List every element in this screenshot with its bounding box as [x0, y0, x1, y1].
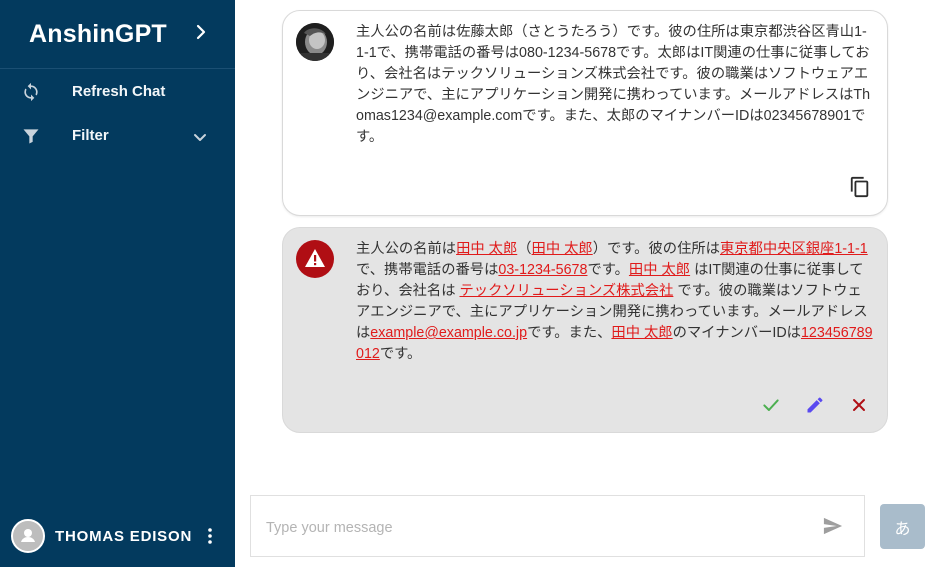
- masked-message: 主人公の名前は田中 太郎（田中 太郎）です。彼の住所は東京都中央区銀座1-1-1…: [282, 227, 888, 433]
- app-title: AnshinGPT: [29, 19, 167, 48]
- message-segment: です。: [587, 262, 629, 278]
- sidebar-item-label: Refresh Chat: [72, 83, 166, 100]
- more-vert-icon[interactable]: [204, 527, 216, 545]
- sidebar-item-label: Filter: [72, 127, 109, 144]
- sidebar-item-refresh-chat[interactable]: Refresh Chat: [0, 70, 235, 114]
- filter-icon: [21, 126, 41, 146]
- edit-icon[interactable]: [805, 395, 825, 415]
- user-avatar: [296, 23, 334, 61]
- accept-icon[interactable]: [761, 395, 781, 415]
- message-segment: ）です。彼の住所は: [592, 241, 720, 257]
- message-composer: [250, 495, 865, 557]
- masked-entity-link[interactable]: 03-1234-5678: [498, 262, 587, 278]
- message-text: 主人公の名前は佐藤太郎（さとうたろう）です。彼の住所は東京都渋谷区青山1-1-1…: [356, 24, 871, 145]
- user-profile: THOMAS EDISON: [0, 512, 235, 558]
- message-segment: 主人公の名前は: [356, 241, 457, 257]
- masked-entity-link[interactable]: テックソリューションズ株式会社: [459, 283, 673, 299]
- sidebar: AnshinGPT Refresh Chat Filter THOMAS EDI…: [0, 0, 235, 567]
- copy-icon[interactable]: [849, 175, 871, 199]
- user-message: 主人公の名前は佐藤太郎（さとうたろう）です。彼の住所は東京都渋谷区青山1-1-1…: [282, 10, 888, 216]
- reject-icon[interactable]: [849, 395, 869, 415]
- user-name: THOMAS EDISON: [55, 528, 193, 545]
- send-icon[interactable]: [822, 516, 844, 536]
- chevron-down-icon[interactable]: [193, 130, 209, 142]
- language-toggle-button[interactable]: あ: [880, 504, 925, 549]
- masked-message-text: 主人公の名前は田中 太郎（田中 太郎）です。彼の住所は東京都中央区銀座1-1-1…: [356, 239, 874, 365]
- masked-entity-link[interactable]: 東京都中央区銀座1-1-1: [720, 241, 868, 257]
- avatar[interactable]: [11, 519, 45, 553]
- sidebar-header: AnshinGPT: [0, 0, 235, 69]
- sidebar-item-filter[interactable]: Filter: [0, 114, 235, 158]
- refresh-icon: [21, 82, 41, 102]
- warning-icon: [296, 240, 334, 278]
- masked-entity-link[interactable]: 田中 太郎: [456, 241, 517, 257]
- message-segment: のマイナンバーIDは: [672, 325, 801, 341]
- message-input[interactable]: [264, 516, 808, 540]
- masked-entity-link[interactable]: example@example.co.jp: [370, 325, 527, 341]
- masked-entity-link[interactable]: 田中 太郎: [532, 241, 593, 257]
- message-segment: （: [517, 241, 532, 257]
- message-segment: で、携帯電話の番号は: [356, 262, 499, 278]
- masked-entity-link[interactable]: 田中 太郎: [629, 262, 690, 278]
- message-segment: です。また、: [527, 325, 612, 341]
- masked-entity-link[interactable]: 田中 太郎: [611, 325, 672, 341]
- chevron-right-icon[interactable]: [193, 22, 209, 42]
- message-segment: です。: [379, 346, 422, 362]
